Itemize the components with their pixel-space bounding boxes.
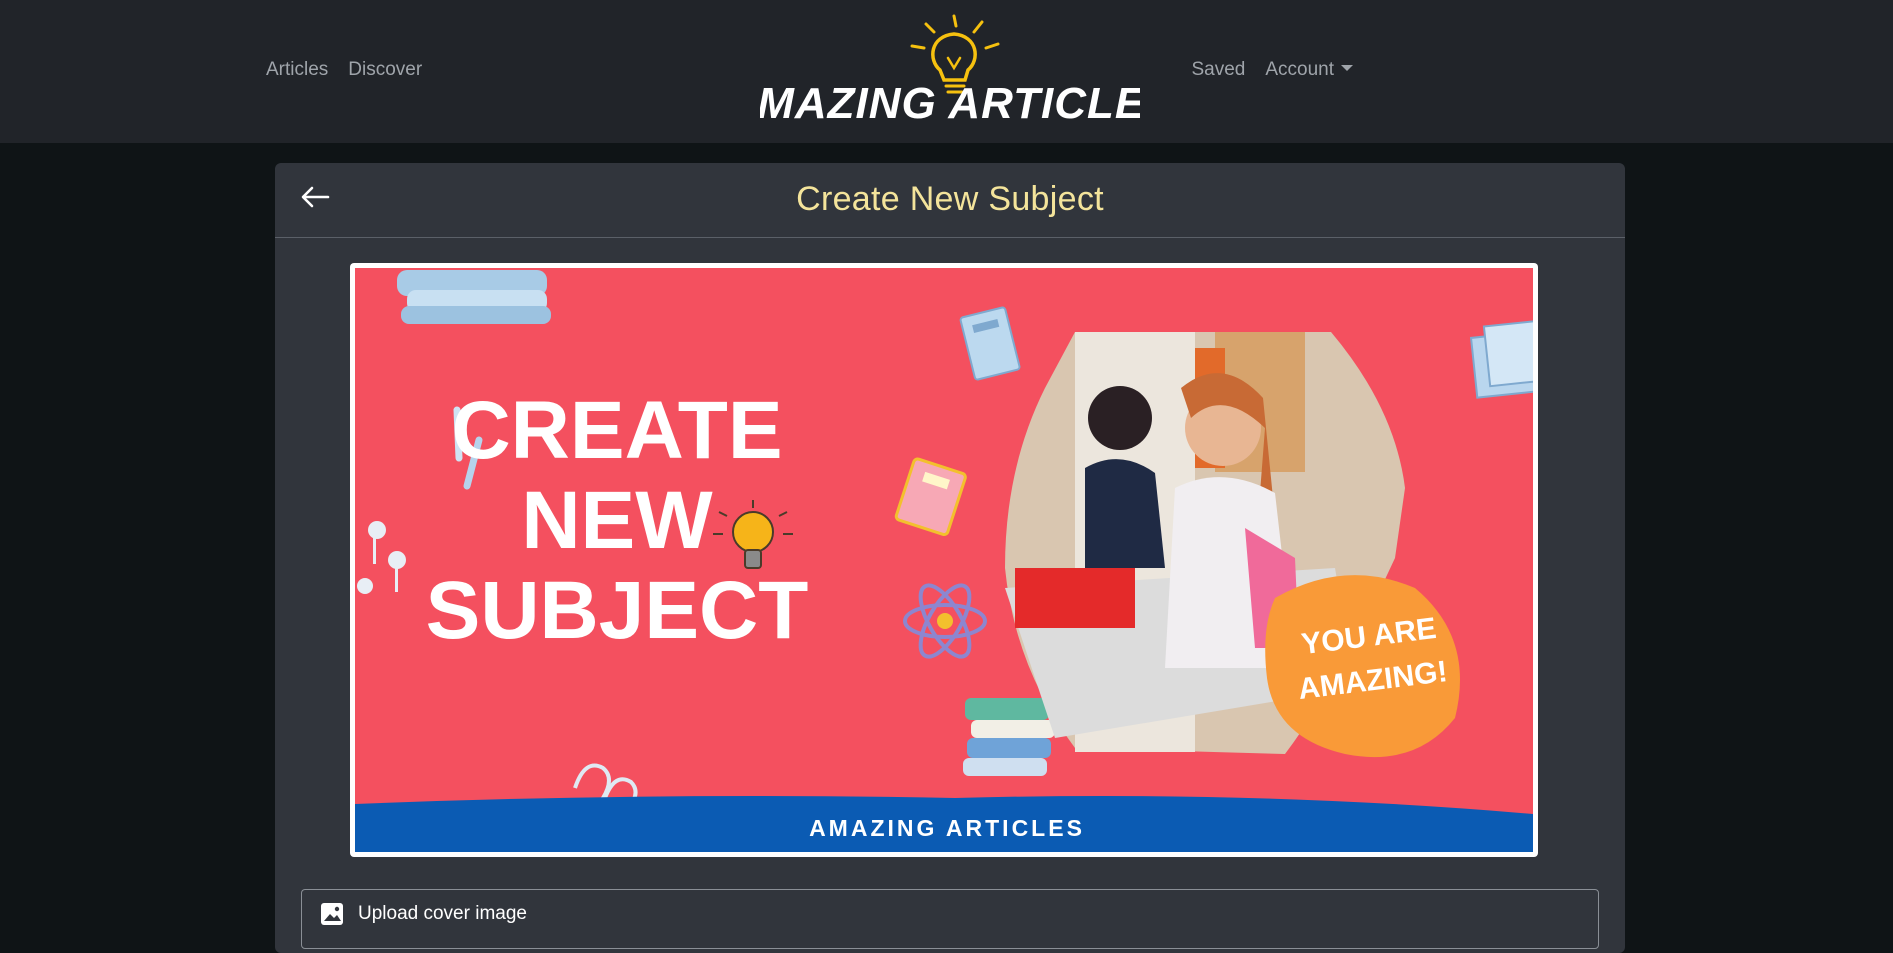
cover-banner: CREATE NEW SUBJECT YOU ARE AMAZING! AMAZ…	[355, 268, 1533, 852]
top-navbar: Articles Discover AMAZING ARTICLES Saved…	[0, 0, 1893, 143]
brand-logo[interactable]: AMAZING ARTICLES	[760, 10, 1140, 130]
headline-line-3: SUBJECT	[426, 565, 809, 656]
headline-line-2: NEW	[521, 475, 713, 566]
nav-right-links: Saved Account	[1191, 58, 1353, 82]
image-icon	[321, 903, 343, 925]
page-title: Create New Subject	[796, 180, 1104, 218]
account-dropdown[interactable]: Account	[1265, 58, 1353, 82]
nav-link-articles[interactable]: Articles	[266, 58, 328, 82]
caret-down-icon	[1341, 65, 1353, 71]
cover-image-preview: CREATE NEW SUBJECT YOU ARE AMAZING! AMAZ…	[350, 263, 1538, 857]
nav-left-links: Articles Discover	[266, 58, 422, 82]
brand-text: AMAZING ARTICLES	[760, 79, 1140, 128]
upload-cover-image-button[interactable]: Upload cover image	[301, 889, 1599, 949]
account-label: Account	[1265, 59, 1334, 80]
books-icon	[397, 270, 551, 324]
banner-footer-text: AMAZING ARTICLES	[809, 815, 1085, 841]
headline-line-1: CREATE	[451, 385, 782, 476]
book-stack-icon	[963, 698, 1055, 776]
create-subject-card: Create New Subject CREATE NEW SUBJECT YO…	[275, 163, 1625, 953]
card-header: Create New Subject	[275, 163, 1625, 238]
nav-link-discover[interactable]: Discover	[348, 58, 422, 82]
nav-link-saved[interactable]: Saved	[1191, 58, 1245, 82]
upload-label: Upload cover image	[358, 903, 527, 924]
